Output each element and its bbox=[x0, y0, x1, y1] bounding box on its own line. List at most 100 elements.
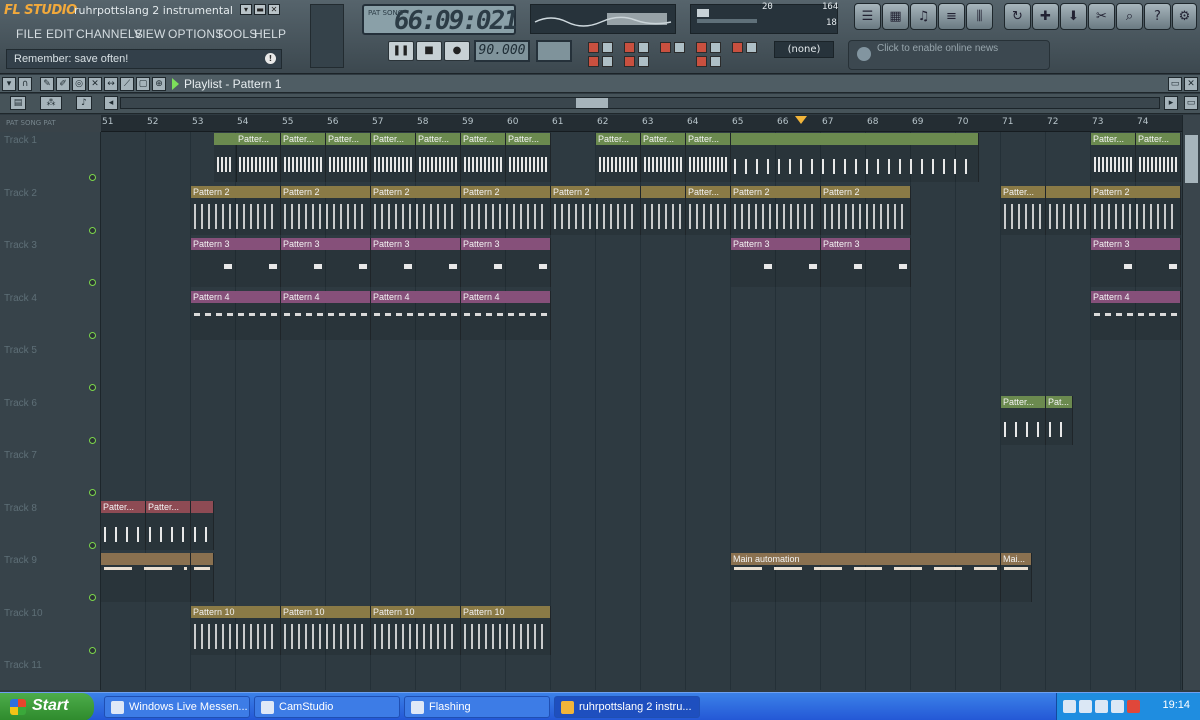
zoom-tool-icon[interactable]: ⊕ bbox=[152, 77, 166, 91]
select-tool-icon[interactable]: ▢ bbox=[136, 77, 150, 91]
settings-icon[interactable]: ⚙ bbox=[1172, 3, 1197, 30]
pattern-clip[interactable]: Pattern 3 bbox=[821, 238, 911, 287]
pattern-clip[interactable]: Patter... bbox=[371, 133, 416, 182]
track-label[interactable]: Track 10 bbox=[0, 605, 101, 658]
vertical-scroll-thumb[interactable] bbox=[1185, 135, 1198, 183]
toggle-record-pattern[interactable] bbox=[588, 56, 599, 67]
pattern-clip[interactable]: Pattern 2 bbox=[281, 186, 371, 235]
track-lane[interactable]: Pattern 4 Pattern 4 Pattern 4 Pattern 4 Patt… bbox=[101, 290, 1182, 343]
pattern-clip[interactable]: Pattern 2 bbox=[551, 186, 641, 235]
pattern-clip[interactable]: Pattern 4 bbox=[371, 291, 461, 340]
pattern-clip[interactable]: Patter... bbox=[686, 133, 731, 182]
pattern-clip[interactable]: Pattern 2 bbox=[1091, 186, 1181, 235]
pattern-clip[interactable]: Patter... bbox=[1001, 396, 1046, 445]
pattern-clip[interactable]: Pattern 4 bbox=[461, 291, 551, 340]
track-label[interactable]: Track 6 bbox=[0, 395, 101, 448]
pattern-clip[interactable]: Pattern 2 bbox=[731, 186, 821, 235]
track-label[interactable]: Track 1 bbox=[0, 132, 101, 185]
help-icon[interactable]: ? bbox=[1144, 3, 1171, 30]
pattern-clip[interactable]: Patter... bbox=[281, 133, 326, 182]
draw-tool-icon[interactable]: ✎ bbox=[40, 77, 54, 91]
record-button[interactable]: ● bbox=[444, 41, 470, 61]
menu-view[interactable]: VIEW bbox=[134, 27, 165, 41]
pattern-clip[interactable] bbox=[731, 133, 979, 182]
network-icon[interactable] bbox=[1079, 700, 1092, 713]
pattern-clip[interactable]: Pattern 2 bbox=[191, 186, 281, 235]
toggle-typing-keyboard[interactable] bbox=[588, 42, 599, 53]
pattern-clip[interactable]: Pattern 4 bbox=[1091, 291, 1181, 340]
track-label[interactable]: Track 11 bbox=[0, 657, 101, 690]
track-lane[interactable]: Pattern 2 Pattern 2 Pattern 2 Pattern 2 Patt… bbox=[101, 185, 1182, 238]
pattern-clip[interactable]: Pattern 3 bbox=[461, 238, 551, 287]
menu-channels[interactable]: CHANNELS bbox=[76, 27, 143, 41]
pattern-clip[interactable]: Pattern 10 bbox=[281, 606, 371, 655]
note-icon[interactable]: ♪ bbox=[76, 96, 92, 110]
track-lane[interactable]: Patter... Pat... bbox=[101, 395, 1182, 448]
online-news-panel[interactable]: Click to enable online news bbox=[848, 40, 1050, 70]
save-icon[interactable]: ⬇ bbox=[1060, 3, 1087, 30]
pattern-clip[interactable]: Main automation bbox=[731, 553, 1001, 602]
toggle-wait[interactable] bbox=[674, 42, 685, 53]
track-lane[interactable] bbox=[101, 657, 1182, 690]
cut-icon[interactable]: ✂ bbox=[1088, 3, 1115, 30]
track-label[interactable]: Track 9 bbox=[0, 552, 101, 605]
track-enable-icon[interactable] bbox=[89, 437, 96, 444]
tempo-tapper-icon[interactable]: ↻ bbox=[1004, 3, 1031, 30]
vertical-scrollbar[interactable] bbox=[1182, 115, 1200, 690]
pattern-clip[interactable] bbox=[101, 553, 191, 602]
track-lane[interactable]: Patter... Patter... Patter... Patter... Patt… bbox=[101, 132, 1182, 185]
pattern-clip[interactable]: Patter... bbox=[596, 133, 641, 182]
toggle-misc[interactable] bbox=[746, 42, 757, 53]
track-label[interactable]: Track 4 bbox=[0, 290, 101, 343]
pattern-clip[interactable]: Pattern 3 bbox=[1091, 238, 1181, 287]
task-fl-studio[interactable]: ruhrpottslang 2 instru... bbox=[554, 696, 700, 718]
menu-help[interactable]: HELP bbox=[254, 27, 286, 41]
antivirus-icon[interactable] bbox=[1127, 700, 1140, 713]
messenger-tray-icon[interactable] bbox=[1095, 700, 1108, 713]
playlist-menu-icon[interactable]: ▾ bbox=[2, 77, 16, 91]
menu-tools[interactable]: TOOLS bbox=[216, 27, 257, 41]
pattern-clip[interactable]: Patter... bbox=[686, 186, 731, 235]
toggle-step-edit[interactable] bbox=[602, 42, 613, 53]
close-button[interactable]: ✕ bbox=[268, 4, 280, 15]
step-sequencer-icon[interactable]: ▦ bbox=[882, 3, 909, 30]
track-lane[interactable]: Main automation Mai... bbox=[101, 552, 1182, 605]
slice-tool-icon[interactable]: ⟋ bbox=[120, 77, 134, 91]
track-lane[interactable]: Pattern 3 Pattern 3 Pattern 3 Pattern 3 Patt… bbox=[101, 237, 1182, 290]
minimize-button[interactable]: ▬ bbox=[254, 4, 266, 15]
track-mode-icon[interactable]: ▤ bbox=[10, 96, 26, 110]
pattern-clip[interactable]: Patter... bbox=[1091, 133, 1136, 182]
toggle-overdub[interactable] bbox=[638, 56, 649, 67]
tray-arrow-icon[interactable] bbox=[1063, 700, 1076, 713]
pattern-clip[interactable]: Patter... bbox=[146, 501, 191, 550]
pattern-clip[interactable] bbox=[191, 553, 214, 602]
track-enable-icon[interactable] bbox=[89, 279, 96, 286]
song-position-marker[interactable] bbox=[795, 116, 807, 124]
pattern-clip[interactable]: Pattern 3 bbox=[371, 238, 461, 287]
pattern-clip[interactable]: Pattern 10 bbox=[191, 606, 281, 655]
window-menu-button[interactable]: ▾ bbox=[240, 4, 252, 15]
pattern-clip[interactable]: Patter... bbox=[416, 133, 461, 182]
detach-icon[interactable]: ▭ bbox=[1168, 77, 1182, 91]
pattern-clip[interactable]: Pattern 4 bbox=[191, 291, 281, 340]
pattern-clip[interactable]: Mai... bbox=[1001, 553, 1032, 602]
pattern-clip[interactable]: Pattern 2 bbox=[821, 186, 911, 235]
toggle-multilink[interactable] bbox=[710, 42, 721, 53]
playlist-icon[interactable]: ☰ bbox=[854, 3, 881, 30]
timeline-ruler[interactable]: 51 52 53 54 55 56 57 58 59 60 61 62 63 64 65 66 67 68 69 70… bbox=[101, 115, 1182, 132]
browser-icon[interactable]: ≡ bbox=[938, 3, 965, 30]
toggle-cursor[interactable] bbox=[710, 56, 721, 67]
paint-tool-icon[interactable]: ✐ bbox=[56, 77, 70, 91]
track-label[interactable]: Track 2 bbox=[0, 185, 101, 238]
pattern-selector[interactable] bbox=[536, 40, 572, 62]
toggle-blend[interactable] bbox=[660, 42, 671, 53]
track-label[interactable]: Track 5 bbox=[0, 342, 101, 395]
track-label[interactable]: Track 8 bbox=[0, 500, 101, 553]
stop-button[interactable]: ■ bbox=[416, 41, 442, 61]
pattern-clip[interactable]: Patter... bbox=[326, 133, 371, 182]
menu-edit[interactable]: EDIT bbox=[46, 27, 74, 41]
horizontal-scrollbar[interactable] bbox=[120, 97, 1160, 109]
pattern-clip[interactable]: Pattern 3 bbox=[191, 238, 281, 287]
pattern-clip[interactable]: Pattern 10 bbox=[461, 606, 551, 655]
toggle-loop-record[interactable] bbox=[696, 42, 707, 53]
